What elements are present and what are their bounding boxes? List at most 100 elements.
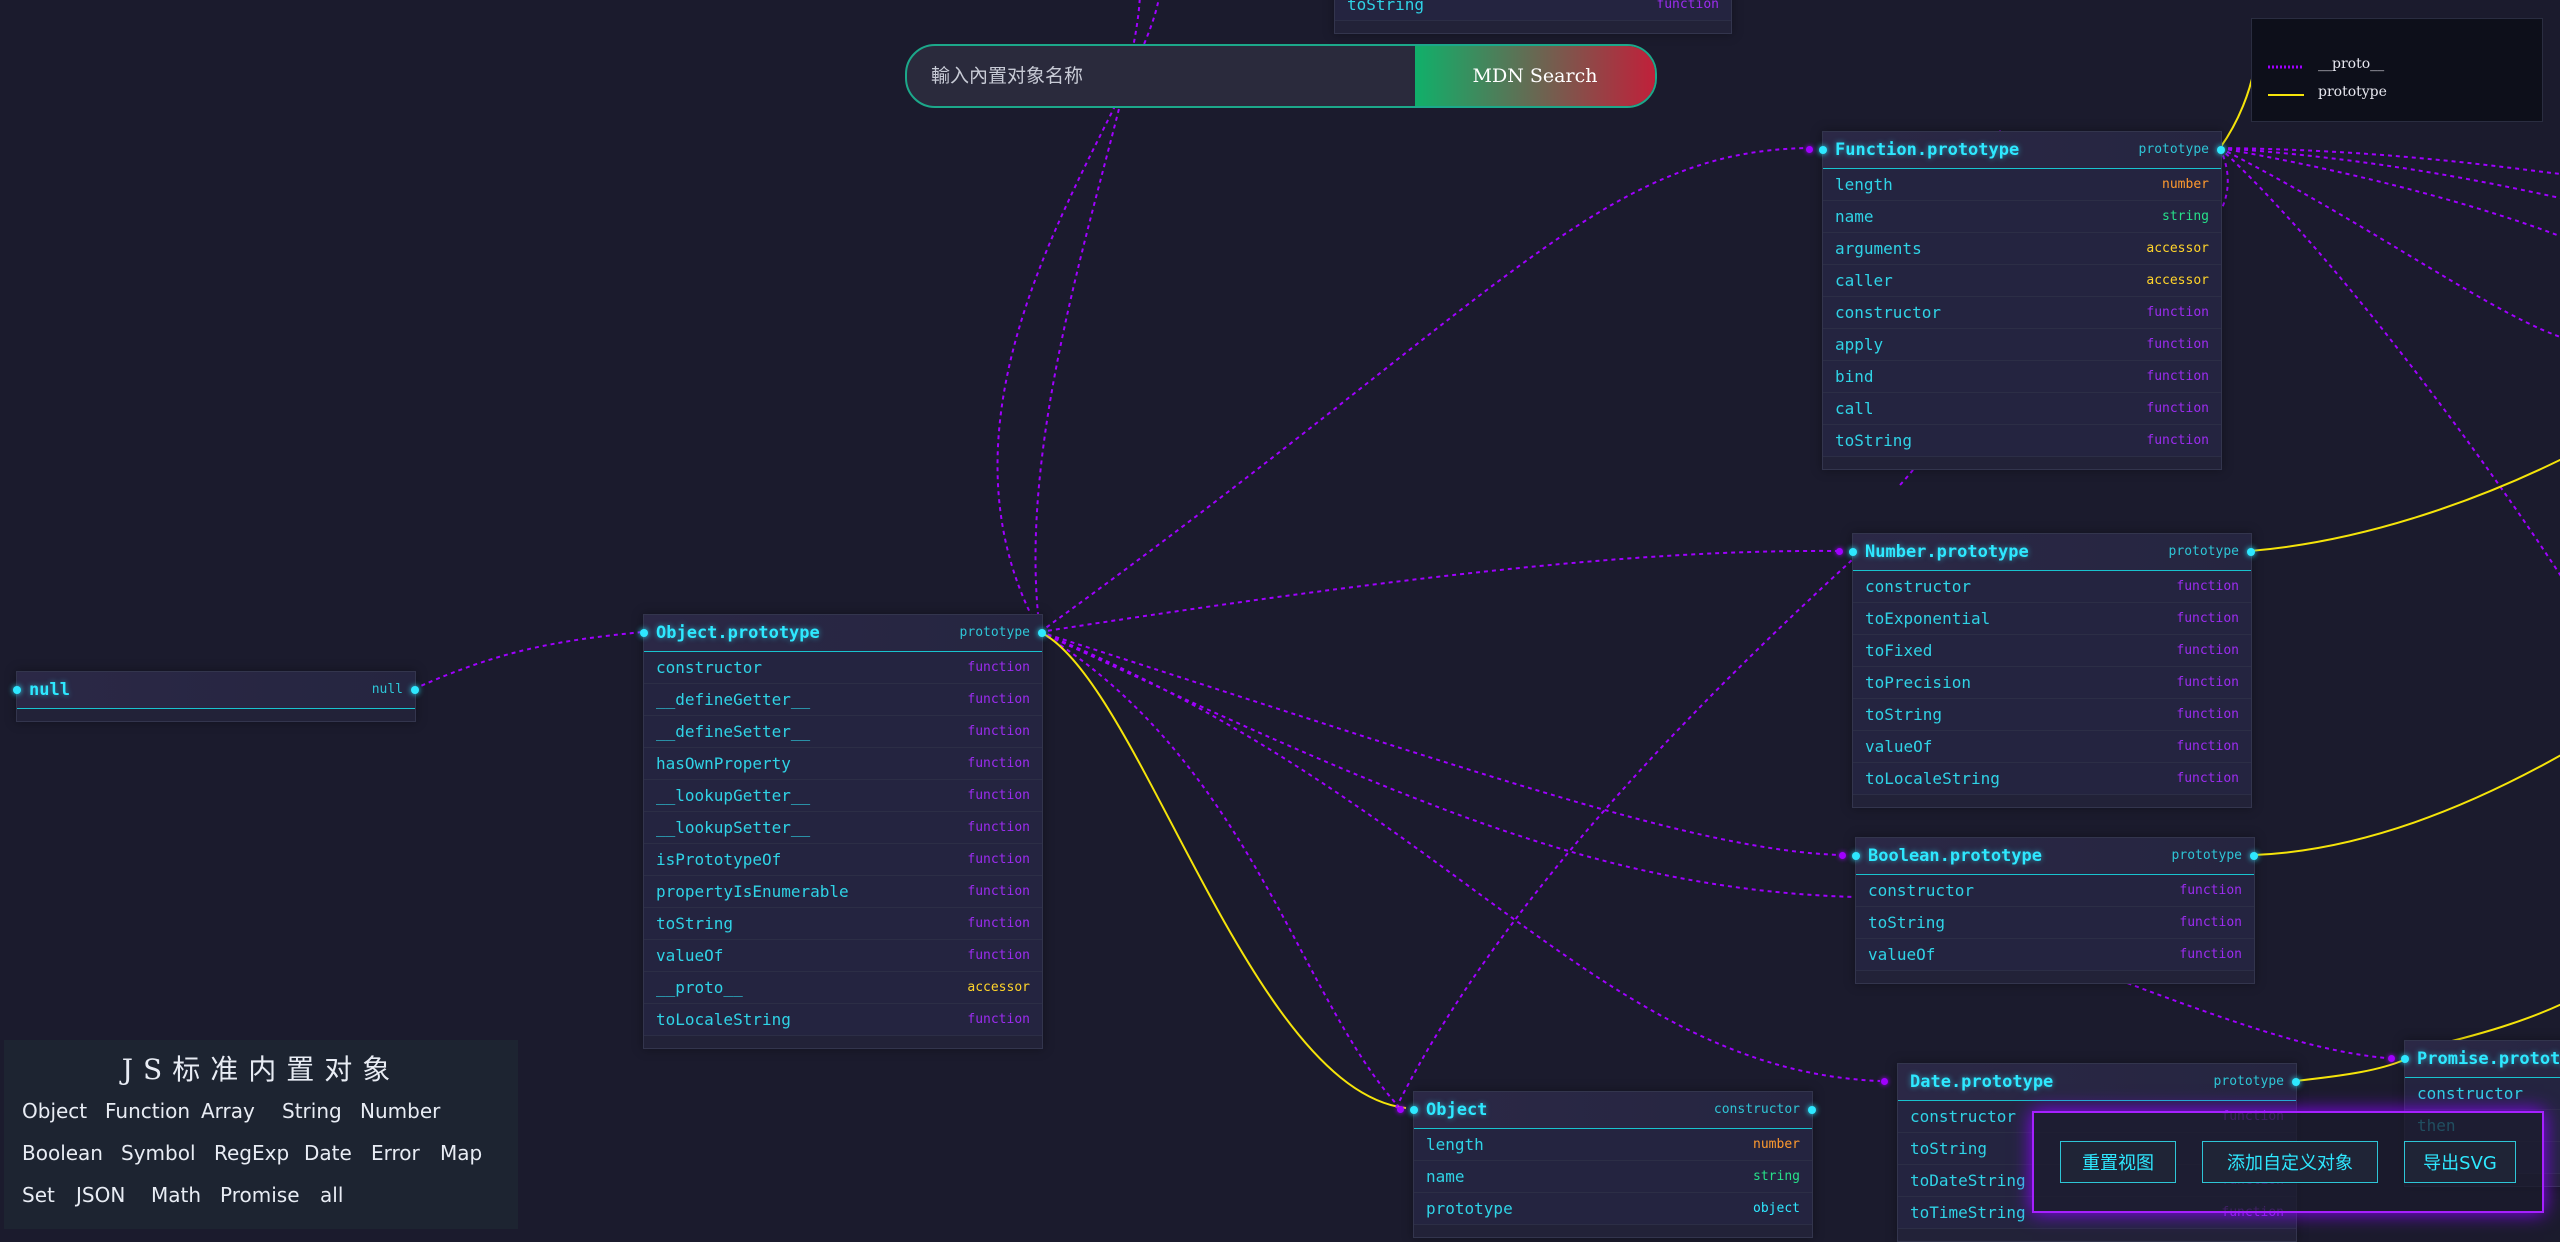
node-header[interactable]: null null xyxy=(13,672,419,709)
left-port[interactable] xyxy=(1849,548,1857,556)
builtin-item-object[interactable]: Object xyxy=(22,1099,87,1123)
add-custom-object-button[interactable]: 添加自定义对象 xyxy=(2202,1141,2378,1183)
property-row[interactable]: constructor function xyxy=(1853,571,2251,603)
node-function-prototype[interactable]: Function.prototype prototype length number n… xyxy=(1806,131,2225,470)
property-row[interactable]: toFixed function xyxy=(1853,635,2251,667)
builtin-item-all[interactable]: all xyxy=(320,1183,343,1207)
node-object-prototype[interactable]: Object.prototype prototype constructor func… xyxy=(640,614,1046,1049)
property-row[interactable]: name string xyxy=(1414,1161,1812,1193)
property-row[interactable]: valueOf function xyxy=(644,940,1042,972)
node-object-ctor[interactable]: Object constructor length number name string p… xyxy=(1397,1091,1816,1238)
node-number-prototype[interactable]: Number.prototype prototype constructor func… xyxy=(1836,533,2255,808)
property-row[interactable]: constructor xyxy=(2405,1078,2560,1110)
property-row[interactable]: toString function xyxy=(644,908,1042,940)
proto-port[interactable] xyxy=(2388,1055,2395,1062)
property-name: bind xyxy=(1835,367,1874,386)
property-row[interactable]: call function xyxy=(1823,393,2221,425)
property-row[interactable]: toLocaleString function xyxy=(1853,763,2251,795)
property-row[interactable]: apply function xyxy=(1823,329,2221,361)
node-header[interactable]: Date.prototype prototype xyxy=(1881,1064,2300,1101)
node-header[interactable]: Number.prototype prototype xyxy=(1836,534,2255,571)
property-row[interactable]: toExponential function xyxy=(1853,603,2251,635)
builtin-item-array[interactable]: Array xyxy=(201,1099,255,1123)
proto-port[interactable] xyxy=(1881,1078,1888,1085)
property-row[interactable]: toString function xyxy=(1823,425,2221,457)
property-row[interactable]: toPrecision function xyxy=(1853,667,2251,699)
builtin-item-json[interactable]: JSON xyxy=(76,1183,125,1207)
export-svg-button[interactable]: 导出SVG xyxy=(2404,1141,2516,1183)
property-row[interactable]: arguments accessor xyxy=(1823,233,2221,265)
property-row[interactable]: valueOf function xyxy=(1856,939,2254,971)
builtin-item-regexp[interactable]: RegExp xyxy=(214,1141,289,1165)
builtin-item-symbol[interactable]: Symbol xyxy=(121,1141,196,1165)
property-row[interactable]: __defineGetter__ function xyxy=(644,684,1042,716)
node-boolean-prototype[interactable]: Boolean.prototype prototype constructor fun… xyxy=(1839,837,2258,984)
builtin-item-date[interactable]: Date xyxy=(304,1141,352,1165)
property-row[interactable]: hasOwnProperty function xyxy=(644,748,1042,780)
builtin-item-math[interactable]: Math xyxy=(151,1183,201,1207)
property-row[interactable]: propertyIsEnumerable function xyxy=(644,876,1042,908)
builtin-item-error[interactable]: Error xyxy=(371,1141,420,1165)
builtin-item-boolean[interactable]: Boolean xyxy=(22,1141,103,1165)
right-port[interactable] xyxy=(2292,1078,2300,1086)
node-title: Boolean.prototype xyxy=(1868,846,2042,866)
right-port[interactable] xyxy=(2250,852,2258,860)
property-type: function xyxy=(967,852,1030,867)
left-port[interactable] xyxy=(1852,852,1860,860)
property-row[interactable]: constructor function xyxy=(1856,875,2254,907)
property-name: propertyIsEnumerable xyxy=(656,882,849,901)
property-row[interactable]: constructor function xyxy=(1823,297,2221,329)
builtin-item-promise[interactable]: Promise xyxy=(220,1183,300,1207)
proto-port[interactable] xyxy=(1806,146,1813,153)
builtin-item-function[interactable]: Function xyxy=(105,1099,190,1123)
property-row[interactable]: length number xyxy=(1823,169,2221,201)
property-row[interactable]: valueOf function xyxy=(1853,731,2251,763)
property-row[interactable]: __lookupSetter__ function xyxy=(644,812,1042,844)
builtin-item-map[interactable]: Map xyxy=(440,1141,482,1165)
reset-view-button[interactable]: 重置视图 xyxy=(2060,1141,2176,1183)
left-port[interactable] xyxy=(2401,1055,2409,1063)
builtin-item-set[interactable]: Set xyxy=(22,1183,55,1207)
proto-port[interactable] xyxy=(1836,548,1843,555)
property-row[interactable]: __lookupGetter__ function xyxy=(644,780,1042,812)
node-header[interactable]: Promise.prototype xyxy=(2388,1041,2560,1078)
node-header[interactable]: Object.prototype prototype xyxy=(640,615,1046,652)
node-header[interactable]: Object constructor xyxy=(1397,1092,1816,1129)
right-port[interactable] xyxy=(1038,629,1046,637)
property-row[interactable]: toString function xyxy=(1335,0,1731,21)
node-header[interactable]: Function.prototype prototype xyxy=(1806,132,2225,169)
left-port[interactable] xyxy=(640,629,648,637)
node-top-partial[interactable]: toString function xyxy=(1334,0,1732,34)
left-port[interactable] xyxy=(1410,1106,1418,1114)
property-row[interactable]: constructor function xyxy=(644,652,1042,684)
property-row[interactable]: isPrototypeOf function xyxy=(644,844,1042,876)
right-port[interactable] xyxy=(411,686,419,694)
property-row[interactable]: length number xyxy=(1414,1129,1812,1161)
proto-port[interactable] xyxy=(1839,852,1846,859)
property-row[interactable]: __defineSetter__ function xyxy=(644,716,1042,748)
right-port[interactable] xyxy=(1808,1106,1816,1114)
builtin-item-number[interactable]: Number xyxy=(360,1099,440,1123)
property-row[interactable]: toLocaleString function xyxy=(644,1004,1042,1036)
prototype-link xyxy=(1039,631,1407,1109)
left-port[interactable] xyxy=(13,686,21,694)
node-title: Promise.prototype xyxy=(2417,1049,2560,1069)
proto-port[interactable] xyxy=(1397,1106,1404,1113)
right-port[interactable] xyxy=(2217,146,2225,154)
property-row[interactable]: toString function xyxy=(1853,699,2251,731)
builtin-item-string[interactable]: String xyxy=(282,1099,342,1123)
search-input[interactable] xyxy=(907,46,1436,106)
property-row[interactable]: prototype object xyxy=(1414,1193,1812,1225)
property-row[interactable]: caller accessor xyxy=(1823,265,2221,297)
property-row[interactable]: bind function xyxy=(1823,361,2221,393)
node-null[interactable]: null null xyxy=(13,671,419,722)
property-row[interactable]: name string xyxy=(1823,201,2221,233)
right-port[interactable] xyxy=(2247,548,2255,556)
left-port[interactable] xyxy=(1819,146,1827,154)
property-row[interactable]: __proto__ accessor xyxy=(644,972,1042,1004)
property-type: function xyxy=(2176,707,2239,722)
property-type: function xyxy=(967,724,1030,739)
mdn-search-button[interactable]: MDN Search xyxy=(1415,46,1655,106)
node-header[interactable]: Boolean.prototype prototype xyxy=(1839,838,2258,875)
property-row[interactable]: toString function xyxy=(1856,907,2254,939)
